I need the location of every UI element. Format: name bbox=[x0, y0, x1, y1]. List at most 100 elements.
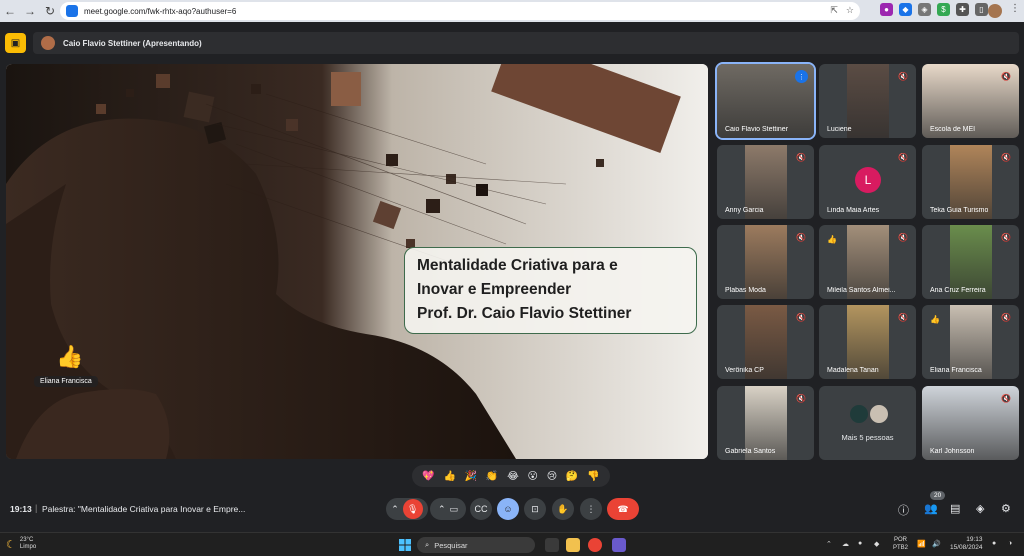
thumbs-up-icon: 👍 bbox=[930, 315, 940, 324]
host-controls-icon[interactable]: ⚙ bbox=[1001, 502, 1011, 515]
mic-off-icon: 🔇 bbox=[796, 393, 806, 403]
camera-icon[interactable]: ▭ bbox=[450, 504, 459, 515]
reaction-emoji-button[interactable]: 💖 bbox=[422, 471, 434, 482]
participant-name: Anny Garcia bbox=[725, 207, 764, 214]
shield-icon[interactable]: ◈ bbox=[918, 3, 931, 16]
mic-off-icon: 🔇 bbox=[898, 71, 908, 81]
cloud-icon[interactable]: ☁ bbox=[842, 540, 849, 548]
participant-name: Madalena Tanan bbox=[827, 367, 879, 374]
participant-tile[interactable]: Anny Garcia 🔇 bbox=[717, 145, 814, 219]
activities-icon[interactable]: ◈ bbox=[976, 502, 984, 515]
site-info-icon[interactable] bbox=[66, 5, 78, 17]
participant-tile[interactable]: Mileila Santos Almei... 🔇 👍 bbox=[819, 225, 916, 299]
extension-icon[interactable]: $ bbox=[937, 3, 950, 16]
chrome-icon[interactable] bbox=[588, 538, 602, 552]
meeting-info-icon[interactable]: ⓘ bbox=[898, 502, 909, 518]
participant-tile[interactable]: Mais 5 pessoas bbox=[819, 386, 916, 460]
participant-name: Ana Cruz Ferreira bbox=[930, 287, 986, 294]
leave-call-button[interactable]: ☎ bbox=[607, 498, 639, 520]
mic-off-icon: 🔇 bbox=[1001, 71, 1011, 81]
extension-icon[interactable]: ● bbox=[880, 3, 893, 16]
more-participants-label: Mais 5 pessoas bbox=[841, 433, 894, 442]
open-in-new-icon[interactable]: ⇱ bbox=[830, 5, 838, 16]
mic-off-icon: 🔇 bbox=[1001, 393, 1011, 403]
raise-hand-button[interactable]: ✋ bbox=[552, 498, 574, 520]
mic-off-icon: 🔇 bbox=[1001, 232, 1011, 242]
weather-temp: 23°C bbox=[19, 537, 34, 543]
reaction-emoji-button[interactable]: 😂 bbox=[507, 471, 519, 482]
hand-icon: ✋ bbox=[557, 503, 569, 514]
participant-tile[interactable]: Luciene 🔇 bbox=[819, 64, 916, 138]
mic-options-icon[interactable]: ⌃ bbox=[391, 504, 399, 515]
wifi-icon[interactable]: 📶 bbox=[917, 540, 926, 548]
file-explorer-icon[interactable] bbox=[566, 538, 580, 552]
windows-start-icon[interactable] bbox=[399, 539, 411, 551]
taskbar: ☾ 23°C Limpo ⌕ Pesquisar ⌃ ☁ ● ◆ POR PTB… bbox=[0, 532, 1024, 556]
participant-tile[interactable]: Plabas Moda 🔇 bbox=[717, 225, 814, 299]
reaction-emoji-button[interactable]: 👏 bbox=[486, 471, 498, 482]
reaction-emoji-button[interactable]: 🤔 bbox=[566, 471, 578, 482]
sidepanel-icon[interactable]: ▯ bbox=[975, 3, 988, 16]
participant-name: Mileila Santos Almei... bbox=[827, 287, 896, 294]
more-options-button[interactable]: ⋮ bbox=[580, 498, 602, 520]
forward-icon[interactable]: → bbox=[20, 0, 40, 22]
participant-tile[interactable]: Eliana Francisca 🔇 👍 bbox=[922, 305, 1019, 379]
tray-app-icon[interactable]: ● bbox=[858, 540, 862, 547]
taskbar-search[interactable]: ⌕ Pesquisar bbox=[417, 537, 535, 553]
weather-desc: Limpo bbox=[19, 544, 37, 550]
puzzle-icon[interactable]: ✚ bbox=[956, 3, 969, 16]
reaction-emoji-button[interactable]: 👍 bbox=[444, 471, 456, 482]
participant-tile[interactable]: Verônika CP 🔇 bbox=[717, 305, 814, 379]
slide-title-box: Mentalidade Criativa para e Inovar e Emp… bbox=[404, 247, 697, 334]
participant-tile[interactable]: Ana Cruz Ferreira 🔇 bbox=[922, 225, 1019, 299]
browser-menu-icon[interactable]: ⋮ bbox=[1010, 3, 1020, 14]
captions-button[interactable]: CC bbox=[470, 498, 492, 520]
hang-up-icon: ☎ bbox=[617, 503, 629, 514]
meeting-clock: 19:13 bbox=[10, 504, 32, 514]
extension-icon[interactable]: ◆ bbox=[899, 3, 912, 16]
search-icon: ⌕ bbox=[425, 540, 430, 549]
participant-tile[interactable]: Gabriela Santos 🔇 bbox=[717, 386, 814, 460]
camera-options-icon[interactable]: ⌃ bbox=[438, 504, 446, 515]
url-text: meet.google.com/fwk-rhtx-aqo?authuser=6 bbox=[84, 6, 237, 16]
back-icon[interactable]: ← bbox=[0, 0, 20, 22]
system-clock[interactable]: 19:13 15/08/2024 bbox=[950, 536, 983, 552]
task-view-icon[interactable] bbox=[545, 538, 559, 552]
participant-tile[interactable]: L Linda Maia Artes 🔇 bbox=[819, 145, 916, 219]
reaction-emoji-button[interactable]: 👎 bbox=[587, 471, 599, 482]
participant-tile[interactable]: Teka Guia Turismo 🔇 bbox=[922, 145, 1019, 219]
notification-icon[interactable]: ● bbox=[992, 540, 996, 547]
participant-tile[interactable]: Caio Flavio Stettiner ⋮ bbox=[715, 62, 816, 140]
reaction-emoji-button[interactable]: 😢 bbox=[547, 471, 557, 482]
reactions-button[interactable]: ☺ bbox=[497, 498, 519, 520]
reload-icon[interactable]: ↻ bbox=[40, 0, 60, 22]
mic-off-icon: 🔇 bbox=[898, 232, 908, 242]
chat-icon[interactable]: ▤ bbox=[950, 502, 960, 515]
mic-off-icon[interactable]: 🎙 bbox=[402, 499, 423, 519]
volume-icon[interactable]: 🔊 bbox=[932, 540, 941, 548]
presentation-icon[interactable]: ▣ bbox=[5, 33, 26, 53]
participant-name: Verônika CP bbox=[725, 367, 764, 374]
people-icon[interactable]: 👥 bbox=[924, 502, 938, 515]
profile-avatar[interactable] bbox=[988, 4, 1002, 18]
captions-icon: CC bbox=[474, 504, 488, 514]
participant-tile[interactable]: Karl Johnsson 🔇 bbox=[922, 386, 1019, 460]
bookmark-star-icon[interactable]: ☆ bbox=[846, 5, 854, 16]
more-participants-avatars bbox=[849, 404, 889, 424]
tray-app-icon[interactable]: ◆ bbox=[874, 540, 879, 548]
app-icon[interactable] bbox=[612, 538, 626, 552]
presenter-bar: Caio Flavio Stettiner (Apresentando) bbox=[33, 32, 1019, 54]
participant-name: Karl Johnsson bbox=[930, 448, 975, 455]
keyboard-language[interactable]: POR PTB2 bbox=[893, 536, 908, 552]
reaction-emoji-button[interactable]: 🎉 bbox=[465, 471, 477, 482]
weather-widget[interactable]: ☾ 23°C Limpo bbox=[6, 537, 36, 551]
participant-tile[interactable]: Madalena Tanan 🔇 bbox=[819, 305, 916, 379]
shared-screen: Mentalidade Criativa para e Inovar e Emp… bbox=[6, 64, 708, 459]
present-button[interactable]: ⊡ bbox=[524, 498, 546, 520]
mic-toggle-group: ⌃ 🎙 bbox=[386, 498, 428, 520]
tray-expand-icon[interactable]: ⌃ bbox=[826, 540, 832, 548]
participant-tile[interactable]: Escola de MEI 🔇 bbox=[922, 64, 1019, 138]
reaction-emoji-button[interactable]: 😮 bbox=[528, 471, 538, 482]
copilot-icon[interactable]: ◑ bbox=[1008, 540, 1012, 547]
address-bar[interactable]: meet.google.com/fwk-rhtx-aqo?authuser=6 … bbox=[60, 2, 860, 20]
